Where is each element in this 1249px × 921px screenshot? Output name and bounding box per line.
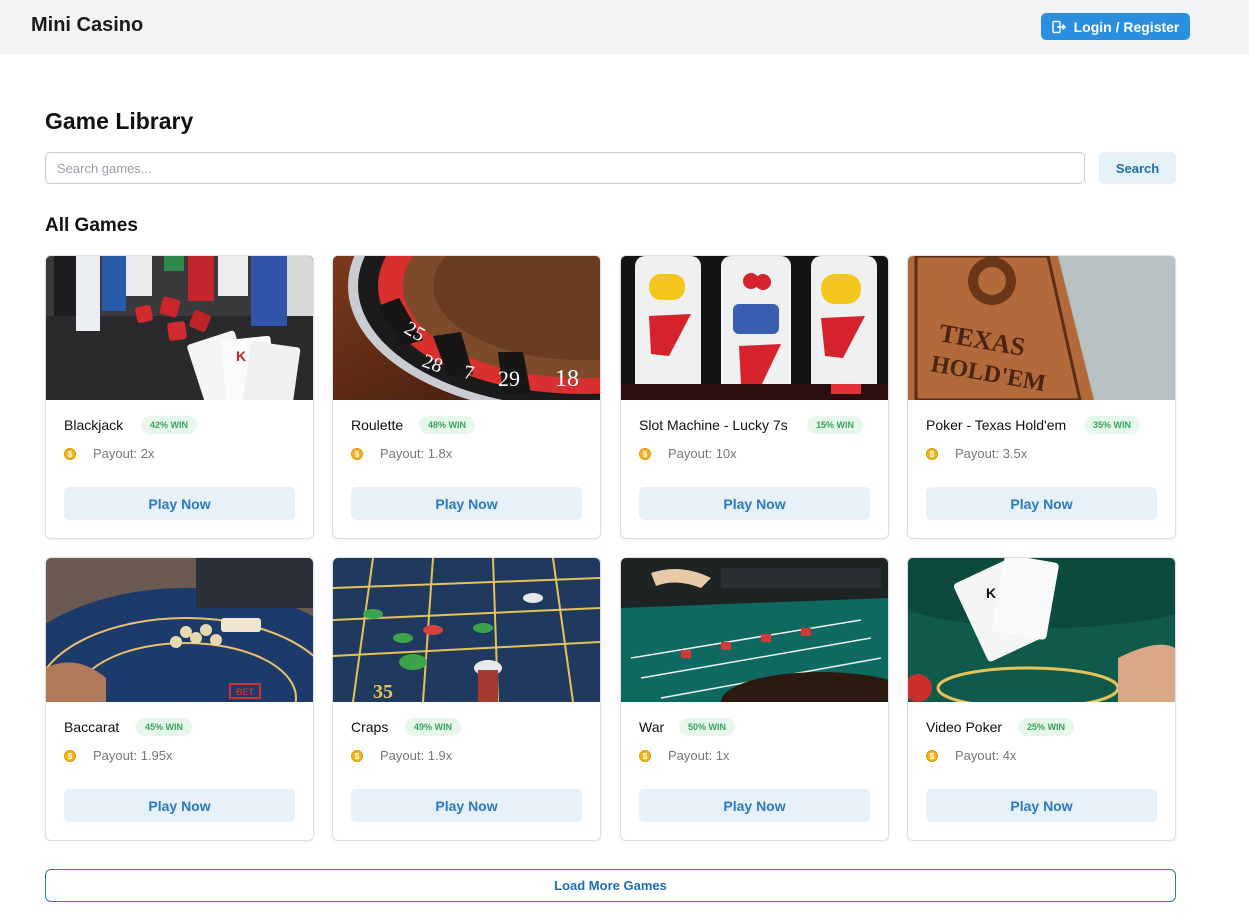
- login-icon: [1051, 20, 1066, 33]
- play-now-button[interactable]: Play Now: [639, 789, 870, 822]
- login-register-button[interactable]: Login / Register: [1041, 13, 1190, 40]
- payout-text: Payout: 2x: [93, 446, 155, 461]
- play-now-button[interactable]: Play Now: [639, 487, 870, 520]
- section-title: All Games: [45, 215, 138, 236]
- roulette-number: 29: [498, 366, 520, 391]
- payout-text: Payout: 1.95x: [93, 748, 173, 763]
- coin-icon: $: [926, 448, 938, 460]
- top-bar: Mini Casino Login / Register: [0, 0, 1249, 54]
- payout-text: Payout: 1.8x: [380, 446, 453, 461]
- play-now-button[interactable]: Play Now: [351, 789, 582, 822]
- win-rate-badge: 45% WIN: [136, 718, 193, 736]
- poker-photo[interactable]: TEXAS HOLD'EM: [908, 256, 1175, 400]
- login-register-label: Login / Register: [1073, 18, 1180, 35]
- roulette-photo[interactable]: 25 28 7 29 18: [333, 256, 600, 400]
- game-card-poker: TEXAS HOLD'EM Poker - Texas Hold'em 35% …: [907, 255, 1176, 539]
- war-photo[interactable]: [621, 558, 888, 702]
- game-title: Roulette: [351, 417, 404, 433]
- win-rate-badge: 50% WIN: [679, 718, 736, 736]
- craps-number-text: 35: [373, 681, 393, 702]
- win-rate-badge: 42% WIN: [141, 416, 198, 434]
- game-title: Baccarat: [64, 719, 120, 735]
- coin-icon: $: [639, 750, 651, 762]
- game-title: Poker - Texas Hold'em: [926, 417, 1067, 433]
- play-now-button[interactable]: Play Now: [351, 487, 582, 520]
- coin-icon: $: [351, 750, 363, 762]
- game-card-craps: 35 Craps 49% WIN $ Payout: 1.9x Play Now: [332, 557, 601, 841]
- win-rate-badge: 49% WIN: [405, 718, 462, 736]
- brand-logo[interactable]: Mini Casino: [31, 14, 143, 37]
- game-title: Video Poker: [926, 719, 1003, 735]
- win-rate-badge: 25% WIN: [1018, 718, 1075, 736]
- payout-text: Payout: 4x: [955, 748, 1017, 763]
- page-title: Game Library: [45, 108, 194, 134]
- game-card-slot-machine: Slot Machine - Lucky 7s 15% WIN $ Payout…: [620, 255, 889, 539]
- load-more-button[interactable]: Load More Games: [45, 869, 1176, 902]
- game-title: War: [639, 719, 665, 735]
- play-now-button[interactable]: Play Now: [926, 487, 1157, 520]
- payout-text: Payout: 1x: [668, 748, 730, 763]
- win-rate-badge: 48% WIN: [419, 416, 476, 434]
- coin-icon: $: [926, 750, 938, 762]
- slot-machine-photo[interactable]: [621, 256, 888, 400]
- game-card-roulette: 25 28 7 29 18 Roulette 48% WIN $ Payout:…: [332, 255, 601, 539]
- game-card-war: War 50% WIN $ Payout: 1x Play Now: [620, 557, 889, 841]
- payout-text: Payout: 10x: [668, 446, 737, 461]
- coin-icon: $: [64, 750, 76, 762]
- video-poker-photo[interactable]: K: [908, 558, 1175, 702]
- game-title: Slot Machine - Lucky 7s: [639, 417, 788, 433]
- payout-text: Payout: 1.9x: [380, 748, 453, 763]
- roulette-number: 18: [555, 366, 579, 392]
- blackjack-photo[interactable]: K: [46, 256, 313, 400]
- game-title: Blackjack: [64, 417, 124, 433]
- play-now-button[interactable]: Play Now: [64, 789, 295, 822]
- play-now-button[interactable]: Play Now: [64, 487, 295, 520]
- svg-text:K: K: [986, 585, 996, 601]
- baccarat-photo[interactable]: BET: [46, 558, 313, 702]
- win-rate-badge: 35% WIN: [1084, 416, 1141, 434]
- craps-photo[interactable]: 35: [333, 558, 600, 702]
- game-title: Craps: [351, 719, 389, 735]
- svg-text:K: K: [236, 348, 246, 364]
- baccarat-text: BET: [236, 687, 255, 697]
- search-input[interactable]: [45, 152, 1085, 184]
- search-button[interactable]: Search: [1099, 152, 1176, 184]
- coin-icon: $: [351, 448, 363, 460]
- coin-icon: $: [639, 448, 651, 460]
- play-now-button[interactable]: Play Now: [926, 789, 1157, 822]
- game-card-blackjack: K Blackjack 42% WIN $ Payout: 2x Play No…: [45, 255, 314, 539]
- win-rate-badge: 15% WIN: [807, 416, 864, 434]
- payout-text: Payout: 3.5x: [955, 446, 1028, 461]
- coin-icon: $: [64, 448, 76, 460]
- game-card-video-poker: K Video Poker 25% WIN $ Payout: 4x Play …: [907, 557, 1176, 841]
- game-card-baccarat: BET Baccarat 45% WIN $ Payout: 1.95x Pla…: [45, 557, 314, 841]
